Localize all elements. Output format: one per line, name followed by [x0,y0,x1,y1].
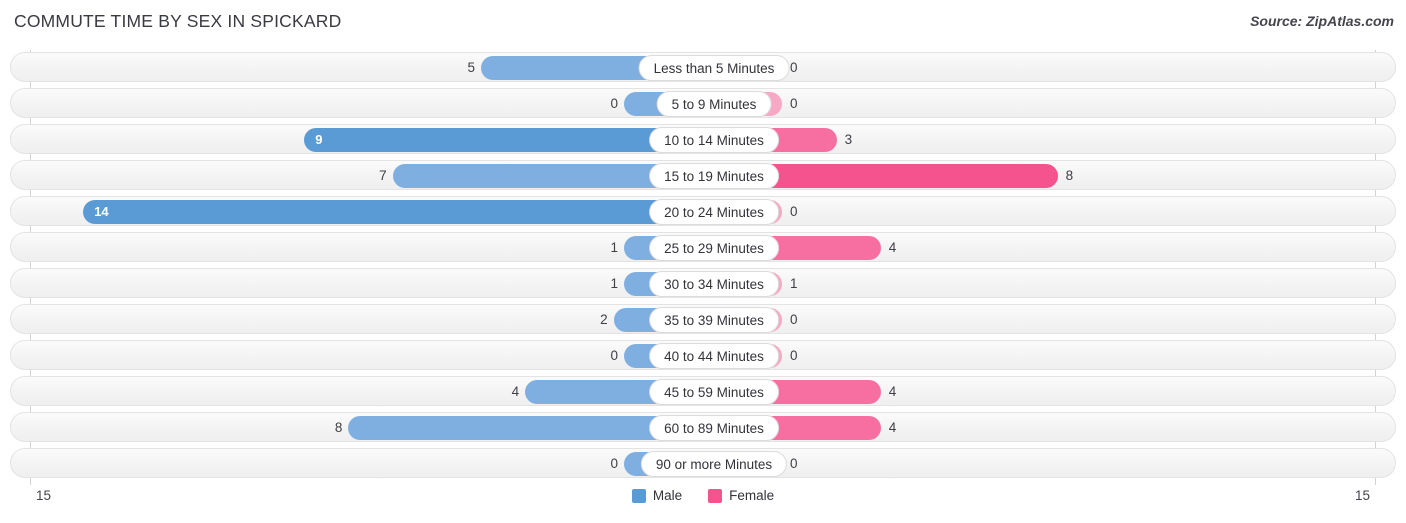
bar-value-male: 8 [334,420,343,435]
chart-footer: 15 15 Male Female [0,485,1406,523]
legend-item-male[interactable]: Male [631,488,683,503]
bar-row-inner: 14 0 20 to 24 Minutes [11,197,1395,225]
category-label-pill: 30 to 34 Minutes [649,271,779,297]
bar-row-inner: 2 0 35 to 39 Minutes [11,305,1395,333]
bar-value-male: 0 [610,456,618,471]
page-title: COMMUTE TIME BY SEX IN SPICKARD [14,11,342,31]
source-label: Source: ZipAtlas.com [1250,13,1394,29]
legend-item-female[interactable]: Female [708,488,774,503]
bar-row[interactable]: 0 0 5 to 9 Minutes [10,88,1396,118]
category-label-pill: 35 to 39 Minutes [649,307,779,333]
bar-value-female: 8 [1065,168,1074,183]
chart-header: COMMUTE TIME BY SEX IN SPICKARD Source: … [0,0,1406,46]
category-label-pill: Less than 5 Minutes [638,55,790,81]
bar-value-female: 0 [790,60,798,75]
bar-value-male: 14 [94,204,109,219]
bar-value-female: 4 [888,384,897,399]
chart-legend: Male Female [0,488,1406,503]
bar-row[interactable]: 1 4 25 to 29 Minutes [10,232,1396,262]
category-label-pill: 25 to 29 Minutes [649,235,779,261]
legend-label-female: Female [729,488,775,503]
bar-row-inner: 0 0 40 to 44 Minutes [11,341,1395,369]
category-label-pill: 10 to 14 Minutes [649,127,779,153]
bar-row[interactable]: 1 1 30 to 34 Minutes [10,268,1396,298]
bar-value-female: 4 [888,420,897,435]
bar-row[interactable]: 4 4 45 to 59 Minutes [10,376,1396,406]
category-label-pill: 40 to 44 Minutes [649,343,779,369]
bar-value-male: 0 [610,96,618,111]
bar-row-inner: 1 4 25 to 29 Minutes [11,233,1395,261]
bar-row[interactable]: 7 8 15 to 19 Minutes [10,160,1396,190]
bar-row-inner: 0 0 5 to 9 Minutes [11,89,1395,117]
bar-value-male: 5 [467,60,475,75]
bar-row[interactable]: 8 4 60 to 89 Minutes [10,412,1396,442]
bar-value-female: 3 [844,132,853,147]
bar-row-inner: 0 0 90 or more Minutes [11,449,1395,477]
bar-value-male: 2 [600,312,608,327]
bar-value-male: 1 [610,240,618,255]
bar-male[interactable] [304,128,702,152]
bar-value-male: 0 [610,348,618,363]
bar-row[interactable]: 9 3 10 to 14 Minutes [10,124,1396,154]
category-label-pill: 20 to 24 Minutes [649,199,779,225]
bar-row-inner: 4 4 45 to 59 Minutes [11,377,1395,405]
category-label-pill: 15 to 19 Minutes [649,163,779,189]
category-label-pill: 5 to 9 Minutes [656,91,772,117]
bar-value-male: 7 [379,168,387,183]
legend-label-male: Male [652,488,683,503]
category-label-pill: 90 or more Minutes [640,451,788,477]
bar-row-inner: 5 0 Less than 5 Minutes [11,53,1395,81]
bar-value-female: 0 [790,456,798,471]
bar-row-inner: 8 4 60 to 89 Minutes [11,413,1395,441]
category-label-pill: 60 to 89 Minutes [649,415,779,441]
category-label-pill: 45 to 59 Minutes [649,379,779,405]
bar-row[interactable]: 5 0 Less than 5 Minutes [10,52,1396,82]
bar-value-male: 1 [610,276,618,291]
bar-row-inner: 9 3 10 to 14 Minutes [11,125,1395,153]
bar-value-female: 0 [790,348,798,363]
bar-male[interactable] [83,200,702,224]
bar-value-male: 4 [511,384,520,399]
bar-row[interactable]: 0 0 90 or more Minutes [10,448,1396,478]
bar-value-female: 0 [790,312,798,327]
legend-swatch-female-icon [708,488,723,503]
chart-plot-area: 5 0 Less than 5 Minutes 0 0 5 to 9 Minutes 9 3 1… [0,50,1406,485]
bar-value-female: 1 [790,276,798,291]
bar-value-female: 4 [888,240,897,255]
bar-value-male: 9 [315,132,323,147]
legend-swatch-male-icon [631,488,646,503]
bar-row[interactable]: 0 0 40 to 44 Minutes [10,340,1396,370]
bar-value-female: 0 [790,204,798,219]
bar-row[interactable]: 2 0 35 to 39 Minutes [10,304,1396,334]
bar-row[interactable]: 14 0 20 to 24 Minutes [10,196,1396,226]
bar-row-inner: 1 1 30 to 34 Minutes [11,269,1395,297]
bar-row-inner: 7 8 15 to 19 Minutes [11,161,1395,189]
bar-value-female: 0 [790,96,798,111]
